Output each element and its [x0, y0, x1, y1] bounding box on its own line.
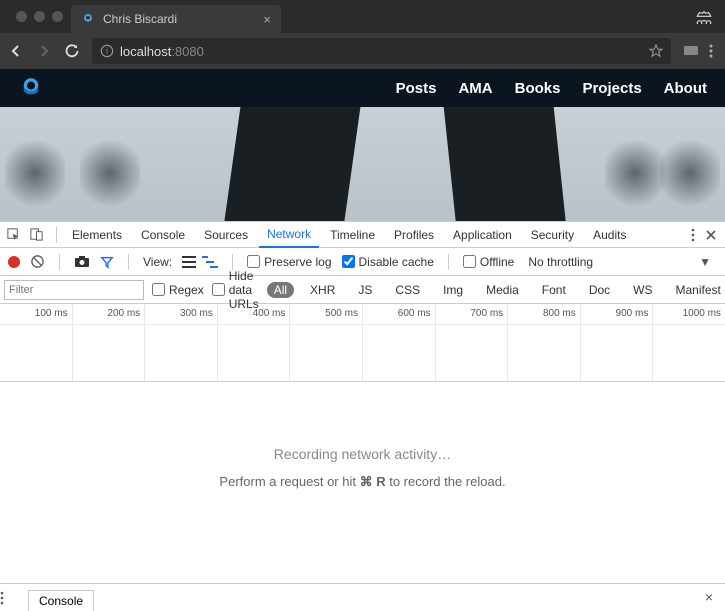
- tab-strip: Chris Biscardi ×: [0, 0, 725, 33]
- tab-title: Chris Biscardi: [103, 12, 255, 26]
- timeline-tick: 800 ms: [543, 308, 576, 319]
- capture-screenshots-icon[interactable]: [74, 255, 90, 268]
- hero-image: [0, 107, 725, 221]
- browser-tab[interactable]: Chris Biscardi ×: [71, 5, 281, 33]
- extension-icon[interactable]: [683, 44, 699, 58]
- filter-type-ws[interactable]: WS: [626, 282, 659, 298]
- navigation-bar: i localhost:8080: [0, 33, 725, 69]
- throttling-select[interactable]: No throttling: [528, 255, 593, 269]
- site-header: Posts AMA Books Projects About: [0, 69, 725, 107]
- inspect-element-icon[interactable]: [6, 227, 26, 242]
- timeline-tick: 1000 ms: [683, 308, 721, 319]
- view-label: View:: [143, 255, 172, 269]
- network-overview-timeline[interactable]: 100 ms 200 ms 300 ms 400 ms 500 ms 600 m…: [0, 304, 725, 382]
- site-nav: Posts AMA Books Projects About: [396, 80, 707, 97]
- nav-link-posts[interactable]: Posts: [396, 80, 437, 97]
- bookmark-star-icon[interactable]: [649, 44, 663, 58]
- filter-type-font[interactable]: Font: [535, 282, 573, 298]
- filter-type-css[interactable]: CSS: [388, 282, 427, 298]
- incognito-icon: [695, 10, 725, 24]
- device-toggle-icon[interactable]: [29, 227, 49, 242]
- drawer-tab-console[interactable]: Console: [28, 590, 94, 611]
- nav-link-books[interactable]: Books: [515, 80, 561, 97]
- page-viewport: Posts AMA Books Projects About: [0, 69, 725, 221]
- minimize-window-button[interactable]: [34, 11, 45, 22]
- filter-type-media[interactable]: Media: [479, 282, 526, 298]
- clear-button[interactable]: [30, 254, 45, 269]
- favicon-icon: [81, 12, 95, 26]
- offline-checkbox[interactable]: Offline: [463, 255, 514, 269]
- nav-link-about[interactable]: About: [664, 80, 707, 97]
- filter-input[interactable]: [4, 280, 144, 300]
- devtools-menu-icon[interactable]: [691, 228, 695, 242]
- network-toolbar: View: Preserve log Disable cache Offline…: [0, 248, 725, 276]
- devtools-tab-network[interactable]: Network: [259, 222, 319, 248]
- devtools-tab-bar: Elements Console Sources Network Timelin…: [0, 222, 725, 248]
- devtools-tab-sources[interactable]: Sources: [196, 222, 256, 248]
- view-list-icon[interactable]: [182, 256, 196, 268]
- empty-subtitle: Perform a request or hit ⌘ R to record t…: [0, 474, 725, 490]
- devtools-close-icon[interactable]: [705, 229, 717, 241]
- filter-type-xhr[interactable]: XHR: [303, 282, 342, 298]
- svg-text:i: i: [106, 47, 108, 56]
- regex-checkbox[interactable]: Regex: [152, 283, 204, 297]
- filter-type-js[interactable]: JS: [351, 282, 379, 298]
- maximize-window-button[interactable]: [52, 11, 63, 22]
- record-button[interactable]: [8, 256, 20, 268]
- filter-type-all[interactable]: All: [267, 282, 294, 298]
- timeline-tick: 400 ms: [253, 308, 286, 319]
- site-info-icon[interactable]: i: [100, 44, 114, 58]
- timeline-tick: 700 ms: [470, 308, 503, 319]
- browser-chrome: Chris Biscardi × i localhost:8080: [0, 0, 725, 69]
- preserve-log-checkbox[interactable]: Preserve log: [247, 255, 331, 269]
- drawer-menu-icon[interactable]: [0, 591, 26, 611]
- disable-cache-checkbox[interactable]: Disable cache: [342, 255, 434, 269]
- window-controls: [8, 11, 71, 22]
- devtools-tab-security[interactable]: Security: [523, 222, 582, 248]
- timeline-tick: 200 ms: [107, 308, 140, 319]
- devtools-tab-audits[interactable]: Audits: [585, 222, 634, 248]
- filter-toggle-icon[interactable]: [100, 255, 114, 269]
- network-empty-state: Recording network activity… Perform a re…: [0, 382, 725, 530]
- devtools: Elements Console Sources Network Timelin…: [0, 221, 725, 530]
- filter-type-doc[interactable]: Doc: [582, 282, 617, 298]
- resource-type-filter: All XHR JS CSS Img Media Font Doc WS Man…: [267, 282, 725, 298]
- empty-title: Recording network activity…: [0, 446, 725, 462]
- filter-type-manifest[interactable]: Manifest: [669, 282, 725, 298]
- devtools-tab-application[interactable]: Application: [445, 222, 520, 248]
- nav-link-projects[interactable]: Projects: [582, 80, 641, 97]
- timeline-tick: 900 ms: [616, 308, 649, 319]
- devtools-tab-profiles[interactable]: Profiles: [386, 222, 442, 248]
- forward-button[interactable]: [36, 43, 56, 59]
- view-waterfall-icon[interactable]: [202, 256, 218, 268]
- nav-link-ama[interactable]: AMA: [458, 80, 492, 97]
- site-logo-icon[interactable]: [18, 75, 44, 101]
- filter-type-img[interactable]: Img: [436, 282, 470, 298]
- timeline-tick: 100 ms: [35, 308, 68, 319]
- drawer-close-icon[interactable]: ×: [693, 589, 725, 611]
- network-filter-row: Regex Hide data URLs All XHR JS CSS Img …: [0, 276, 725, 304]
- timeline-tick: 500 ms: [325, 308, 358, 319]
- timeline-tick: 600 ms: [398, 308, 431, 319]
- console-drawer: Console ×: [0, 583, 725, 611]
- address-bar[interactable]: i localhost:8080: [92, 38, 671, 64]
- toolbar-overflow-icon[interactable]: ▼: [699, 255, 717, 269]
- tab-close-icon[interactable]: ×: [263, 12, 271, 27]
- browser-actions: [679, 44, 717, 58]
- reload-button[interactable]: [64, 43, 84, 59]
- url-text: localhost:8080: [120, 44, 204, 59]
- devtools-tab-elements[interactable]: Elements: [64, 222, 130, 248]
- devtools-tab-timeline[interactable]: Timeline: [322, 222, 383, 248]
- devtools-tab-console[interactable]: Console: [133, 222, 193, 248]
- back-button[interactable]: [8, 43, 28, 59]
- browser-menu-icon[interactable]: [709, 44, 713, 58]
- close-window-button[interactable]: [16, 11, 27, 22]
- timeline-tick: 300 ms: [180, 308, 213, 319]
